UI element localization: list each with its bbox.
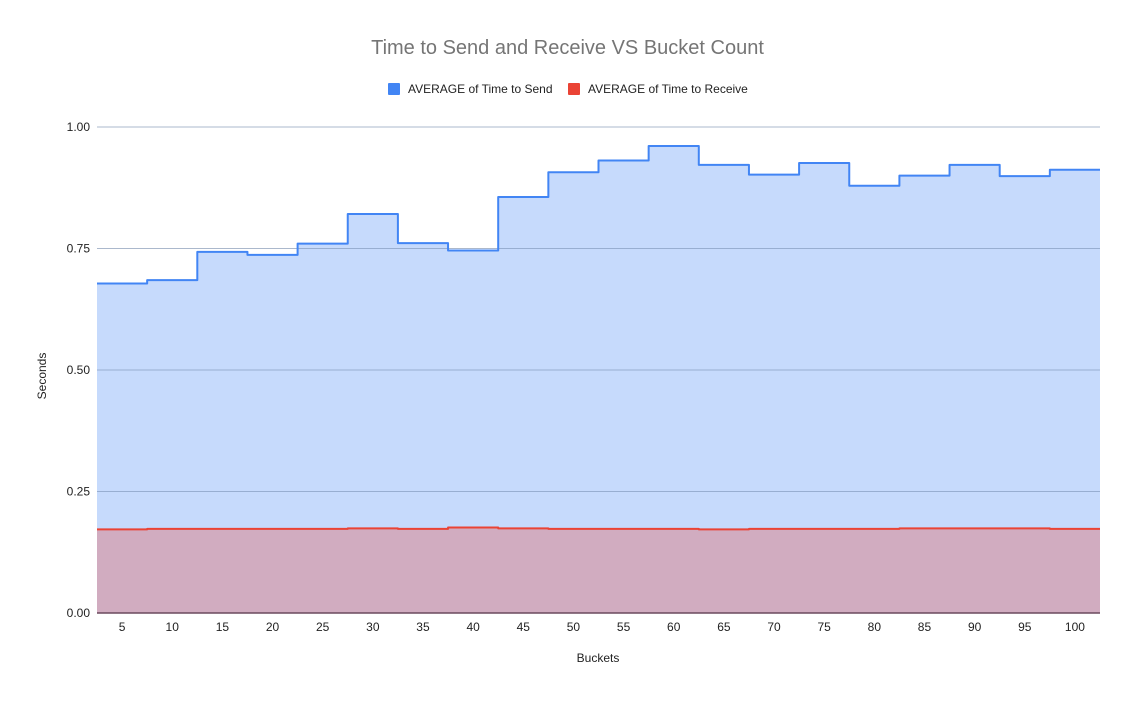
legend-item-send[interactable]: AVERAGE of Time to Send xyxy=(388,82,553,96)
x-tick-label: 30 xyxy=(366,620,380,634)
x-tick-label: 60 xyxy=(667,620,681,634)
x-tick-label: 95 xyxy=(1018,620,1032,634)
x-tick-label: 100 xyxy=(1065,620,1085,634)
legend-swatch-receive xyxy=(568,83,580,95)
x-tick-label: 80 xyxy=(868,620,882,634)
y-tick-label: 0.25 xyxy=(67,485,91,499)
legend-label-receive: AVERAGE of Time to Receive xyxy=(588,82,748,96)
x-tick-label: 35 xyxy=(416,620,430,634)
x-tick-label: 50 xyxy=(567,620,581,634)
legend: AVERAGE of Time to Send AVERAGE of Time … xyxy=(388,82,748,96)
x-tick-label: 65 xyxy=(717,620,731,634)
y-tick-label: 0.75 xyxy=(67,242,91,256)
chart: Time to Send and Receive VS Bucket Count… xyxy=(35,37,1100,665)
x-tick-label: 75 xyxy=(817,620,831,634)
legend-label-send: AVERAGE of Time to Send xyxy=(408,82,553,96)
legend-item-receive[interactable]: AVERAGE of Time to Receive xyxy=(568,82,748,96)
y-tick-label: 0.50 xyxy=(67,363,91,377)
y-tick-label: 1.00 xyxy=(67,120,91,134)
y-tick-label: 0.00 xyxy=(67,606,91,620)
legend-swatch-send xyxy=(388,83,400,95)
chart-title: Time to Send and Receive VS Bucket Count xyxy=(371,37,764,59)
x-tick-label: 90 xyxy=(968,620,982,634)
x-tick-label: 20 xyxy=(266,620,280,634)
x-tick-label: 70 xyxy=(767,620,781,634)
area-fill-receive xyxy=(97,527,1100,613)
x-tick-label: 85 xyxy=(918,620,932,634)
x-axis-ticks: 5 10 15 20 25 30 35 40 45 50 55 60 65 70 75 80 85 90 95 100 xyxy=(119,620,1086,634)
x-tick-label: 5 xyxy=(119,620,126,634)
x-tick-label: 15 xyxy=(216,620,230,634)
y-axis-title: Seconds xyxy=(35,353,49,400)
x-tick-label: 25 xyxy=(316,620,330,634)
series-areas xyxy=(97,145,1100,614)
x-tick-label: 55 xyxy=(617,620,631,634)
x-axis-title: Buckets xyxy=(577,651,620,665)
x-tick-label: 45 xyxy=(517,620,531,634)
y-axis-ticks: 0.00 0.25 0.50 0.75 1.00 xyxy=(67,120,91,620)
x-tick-label: 40 xyxy=(466,620,480,634)
x-tick-label: 10 xyxy=(166,620,180,634)
